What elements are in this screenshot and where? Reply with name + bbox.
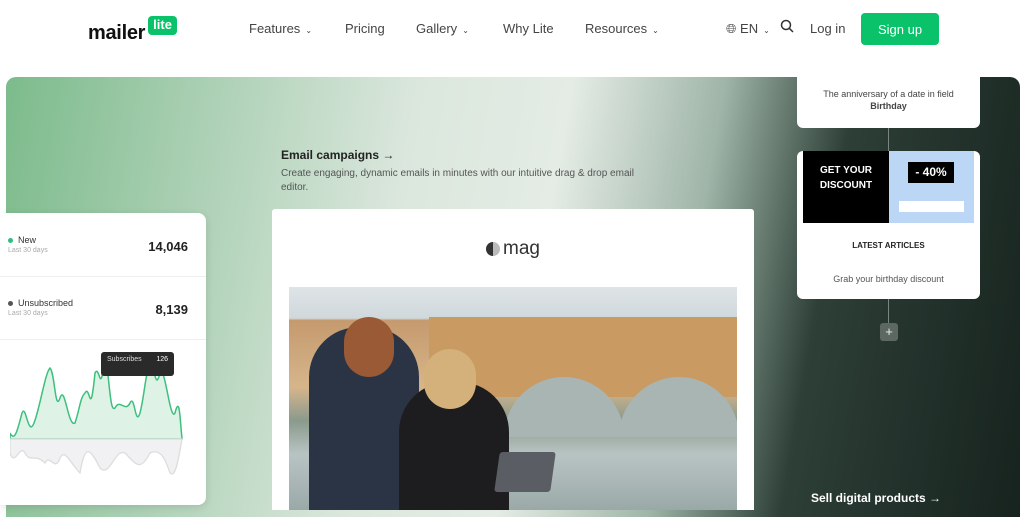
flow-connector [888, 128, 889, 151]
mag-logo-icon [486, 242, 500, 256]
divider [0, 276, 206, 277]
promo-title: DISCOUNT [819, 180, 873, 191]
stat-label: Unsubscribed [18, 298, 74, 308]
login-link[interactable]: Log in [810, 21, 845, 36]
stat-label: New [18, 235, 37, 245]
search-icon[interactable] [780, 19, 794, 36]
mailerlite-logo[interactable]: mailer lite [88, 16, 177, 45]
email-campaigns-link[interactable]: Email campaigns → [281, 148, 394, 162]
tooltip-label: Subscribes [107, 356, 142, 363]
hero-photo [289, 287, 737, 510]
stat-value: 8,139 [155, 302, 188, 317]
chevron-down-icon: ⌄ [652, 26, 659, 35]
email-campaigns-description: Create engaging, dynamic emails in minut… [281, 168, 634, 193]
stat-value: 14,046 [148, 239, 188, 254]
discount-block: - 40% [889, 151, 974, 223]
trigger-field: Birthday [870, 101, 907, 111]
signup-button[interactable]: Sign up [861, 13, 939, 45]
stat-unsubscribed: Unsubscribed Last 30 days 8,139 [8, 298, 198, 317]
nav-label: Features [249, 21, 301, 36]
automation-email-card[interactable]: GET YOUR DISCOUNT - 40% LATEST ARTICLES G… [797, 151, 980, 299]
gray-dot-icon [8, 301, 13, 307]
step-label: Grab your birthday discount [833, 274, 944, 284]
nav-label: Resources [585, 21, 648, 36]
nav-features[interactable]: Features ⌄ [249, 21, 312, 36]
mag-brand: mag [503, 238, 540, 259]
nav-label: Gallery [416, 21, 458, 36]
chart-tooltip: Subscribes 126 [101, 352, 174, 376]
chevron-down-icon: ⌄ [305, 26, 313, 35]
language-selector[interactable]: 🌐︎ EN ⌄ [726, 21, 770, 37]
promo-title: GET YOUR [819, 165, 873, 176]
nav-gallery[interactable]: Gallery ⌄ [416, 21, 469, 36]
chevron-down-icon: ⌄ [763, 26, 770, 35]
flow-connector [888, 299, 889, 323]
automation-trigger-card[interactable]: The anniversary of a date in field Birthd… [797, 72, 980, 128]
globe-icon: 🌐︎ [726, 21, 737, 36]
top-nav: mailer lite Features ⌄ Pricing Gallery ⌄ W… [0, 0, 1024, 60]
stat-new: New Last 30 days 14,046 [8, 235, 198, 254]
laptop-shape [494, 452, 556, 492]
divider [0, 339, 206, 340]
trigger-text: The anniversary of a date in field [823, 89, 954, 99]
nav-label: Pricing [345, 21, 385, 36]
tooltip-value: 126 [156, 356, 168, 363]
nav-label: Why Lite [503, 21, 554, 36]
language-label: EN [740, 21, 759, 36]
person-head [344, 317, 394, 377]
nav-resources[interactable]: Resources ⌄ [585, 21, 659, 36]
discount-code [899, 201, 964, 212]
person-head [424, 349, 476, 409]
nav-pricing[interactable]: Pricing [345, 21, 385, 36]
sell-digital-products-link[interactable]: Sell digital products → [811, 491, 941, 505]
logo-badge: lite [148, 16, 177, 35]
add-step-button[interactable]: + [880, 323, 898, 341]
latest-articles-heading: LATEST ARTICLES [852, 241, 925, 250]
logo-text: mailer [88, 22, 146, 44]
discount-badge: - 40% [908, 162, 954, 183]
mag-logo: mag [486, 238, 540, 260]
promo-block: GET YOUR DISCOUNT [803, 151, 889, 223]
green-dot-icon [8, 238, 13, 244]
nav-why-lite[interactable]: Why Lite [503, 21, 554, 36]
chevron-down-icon: ⌄ [462, 26, 469, 35]
